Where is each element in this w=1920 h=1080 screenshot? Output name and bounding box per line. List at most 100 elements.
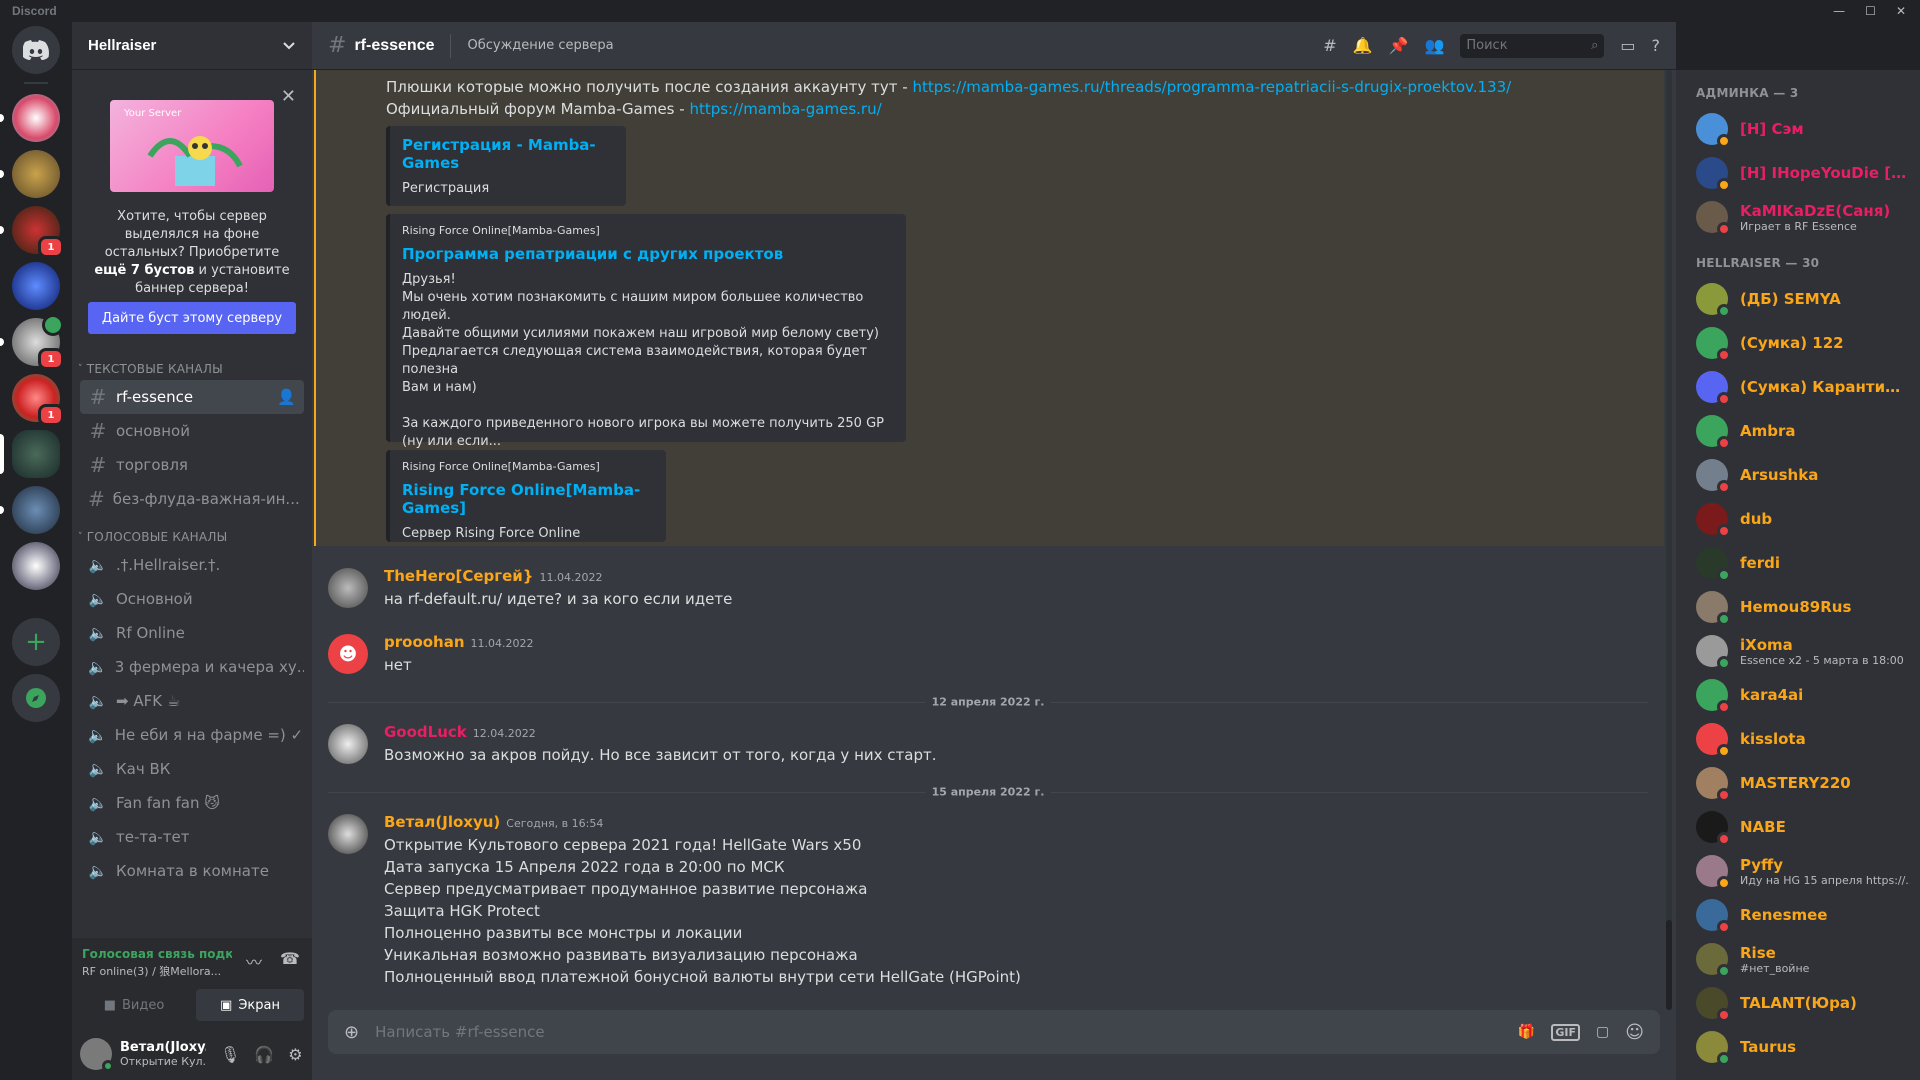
channel-topic[interactable]: Обсуждение сервера	[467, 38, 613, 53]
server-icon[interactable]	[0, 486, 60, 534]
avatar[interactable]: ☻	[328, 634, 368, 674]
voice-channel[interactable]: 🔈 Комната в комнате	[80, 854, 304, 888]
emoji-icon[interactable]: ☺	[1625, 1022, 1644, 1043]
voice-status-subtitle[interactable]: RF online(3) / 狼Mellora...	[82, 963, 232, 979]
embed-title[interactable]: Регистрация - Mamba-Games	[402, 136, 614, 172]
scrollbar-thumb[interactable]	[1666, 920, 1672, 1010]
scrollbar-track[interactable]	[1666, 70, 1672, 1010]
member-item[interactable]: MASTERY220	[1696, 762, 1912, 804]
voice-channel[interactable]: 🔈 Rf Online	[80, 616, 304, 650]
channel-rf-essence[interactable]: # rf-essence 👤	[80, 380, 304, 414]
link[interactable]: https://mamba-games.ru/threads/programma…	[912, 78, 1511, 96]
members-icon[interactable]: 👥	[1424, 36, 1444, 55]
message-composer[interactable]: ⊕ Написать #rf-essence 🎁 GIF ▢ ☺	[328, 1010, 1660, 1054]
member-item[interactable]: Taurus	[1696, 1026, 1912, 1068]
member-item[interactable]: kara4ai	[1696, 674, 1912, 716]
server-icon-selected[interactable]	[0, 430, 60, 478]
voice-channel[interactable]: 🔈 Fan fan fan 😼	[80, 786, 304, 820]
voice-channel[interactable]: 🔈 .†.Hellraiser.†.	[80, 548, 304, 582]
hash-icon: #	[89, 385, 107, 409]
member-item[interactable]: dub	[1696, 498, 1912, 540]
add-member-icon[interactable]: 👤	[277, 388, 296, 406]
member-item[interactable]: kisslota	[1696, 718, 1912, 760]
channel-bez-fluda[interactable]: # без-флуда-важная-ин...	[80, 482, 304, 516]
explore-compass-icon[interactable]	[12, 674, 60, 722]
message-author[interactable]: prooohan	[384, 633, 465, 651]
voice-channel[interactable]: 🔈 те-та-тет	[80, 820, 304, 854]
speaker-icon: 🔈	[88, 794, 108, 812]
add-attachment-icon[interactable]: ⊕	[344, 1022, 359, 1043]
inbox-icon[interactable]: ▭	[1620, 36, 1635, 55]
close-icon[interactable]: ✕	[281, 86, 296, 107]
gif-icon[interactable]: GIF	[1551, 1023, 1580, 1041]
window-titlebar: Discord — ☐ ✕	[0, 0, 1920, 22]
message-author[interactable]: Ветал(Jloxyu)	[384, 813, 500, 831]
server-icon[interactable]	[0, 150, 60, 198]
voice-channel[interactable]: 🔈 Не еби я на фарме =) ✓	[80, 718, 304, 752]
member-item[interactable]: [H] Сэм	[1696, 108, 1912, 150]
server-icon[interactable]: 1	[12, 374, 64, 426]
link[interactable]: https://mamba-games.ru/	[689, 100, 881, 118]
embed-title[interactable]: Программа репатриации с других проектов	[402, 245, 894, 263]
message-author[interactable]: GoodLuck	[384, 723, 467, 741]
bell-icon[interactable]: 🔔	[1353, 36, 1373, 55]
help-icon[interactable]: ?	[1652, 36, 1661, 55]
member-item[interactable]: Rise #нет_войне	[1696, 938, 1912, 980]
category-voice-channels[interactable]: ˅ ГОЛОСОВЫЕ КАНАЛЫ	[72, 526, 312, 548]
voice-channel[interactable]: 🔈 3 фермера и качера ху...	[80, 650, 304, 684]
noise-suppression-icon[interactable]: 〰	[246, 949, 262, 973]
voice-channel[interactable]: 🔈 Кач ВК	[80, 752, 304, 786]
gear-icon[interactable]: ⚙	[288, 1045, 302, 1064]
member-item[interactable]: Pyffy Иду на HG 15 апреля https://...	[1696, 850, 1912, 892]
avatar[interactable]	[328, 568, 368, 608]
member-item[interactable]: NABE	[1696, 806, 1912, 848]
voice-channel[interactable]: 🔈 Основной	[80, 582, 304, 616]
disconnect-icon[interactable]: ☎	[280, 949, 300, 968]
avatar[interactable]	[80, 1038, 114, 1072]
gift-icon[interactable]: 🎁	[1518, 1024, 1535, 1040]
avatar[interactable]	[328, 724, 368, 764]
member-item[interactable]: Arsushka	[1696, 454, 1912, 496]
channel-torgovlya[interactable]: # торговля	[80, 448, 304, 482]
message-input[interactable]: Написать #rf-essence	[375, 1023, 1502, 1041]
server-icon[interactable]: 1	[0, 314, 64, 370]
member-item[interactable]: Ambra	[1696, 410, 1912, 452]
sticker-icon[interactable]: ▢	[1596, 1024, 1609, 1040]
boost-server-button[interactable]: Дайте буст этому серверу	[88, 302, 296, 334]
screen-share-button[interactable]: ▣ Экран	[196, 989, 304, 1021]
member-item[interactable]: iXoma Essence x2 - 5 марта в 18:00	[1696, 630, 1912, 672]
status-indicator-icon	[1717, 788, 1731, 802]
member-item[interactable]: ferdi	[1696, 542, 1912, 584]
member-item[interactable]: (Сумка) Карантин (д...	[1696, 366, 1912, 408]
member-item[interactable]: TALANT(Юра)	[1696, 982, 1912, 1024]
member-item[interactable]: (Сумка) 122	[1696, 322, 1912, 364]
embed-title[interactable]: Rising Force Online[Mamba-Games]	[402, 481, 654, 517]
category-text-channels[interactable]: ˅ ТЕКСТОВЫЕ КАНАЛЫ	[72, 358, 312, 380]
close-window-button[interactable]: ✕	[1896, 4, 1906, 18]
add-server-icon[interactable]: +	[12, 618, 60, 666]
message-author[interactable]: TheHero[Сергей}	[384, 567, 534, 585]
server-header[interactable]: Hellraiser	[72, 22, 312, 70]
member-item[interactable]: [H] IHopeYouDie [Vov...	[1696, 152, 1912, 194]
threads-icon[interactable]: #	[1323, 36, 1336, 55]
voice-channel[interactable]: 🔈 ➡ AFK ☕	[80, 684, 304, 718]
maximize-button[interactable]: ☐	[1865, 4, 1876, 18]
member-item[interactable]: Renesmee	[1696, 894, 1912, 936]
headphones-icon[interactable]: 🎧	[254, 1045, 274, 1064]
member-item[interactable]: (ДБ) SEMYA	[1696, 278, 1912, 320]
server-icon[interactable]	[0, 94, 60, 142]
video-button[interactable]: ■ Видео	[80, 989, 188, 1021]
microphone-icon[interactable]: 🎙	[220, 1045, 240, 1064]
minimize-button[interactable]: —	[1833, 4, 1845, 18]
home-button[interactable]	[12, 26, 60, 74]
pin-icon[interactable]: 📌	[1389, 36, 1409, 55]
server-icon[interactable]	[12, 262, 60, 310]
avatar[interactable]	[328, 814, 368, 854]
server-icon[interactable]: 1	[0, 206, 64, 258]
channel-osnovnoy[interactable]: # основной	[80, 414, 304, 448]
member-item[interactable]: KaMIKaDzE(Саня) Играет в RF Essence	[1696, 196, 1912, 238]
voice-status-title[interactable]: Голосовая связь подк	[82, 947, 232, 961]
member-item[interactable]: Hemou89Rus	[1696, 586, 1912, 628]
server-icon[interactable]	[12, 542, 60, 590]
search-input[interactable]: Поиск ⌕	[1460, 33, 1605, 58]
